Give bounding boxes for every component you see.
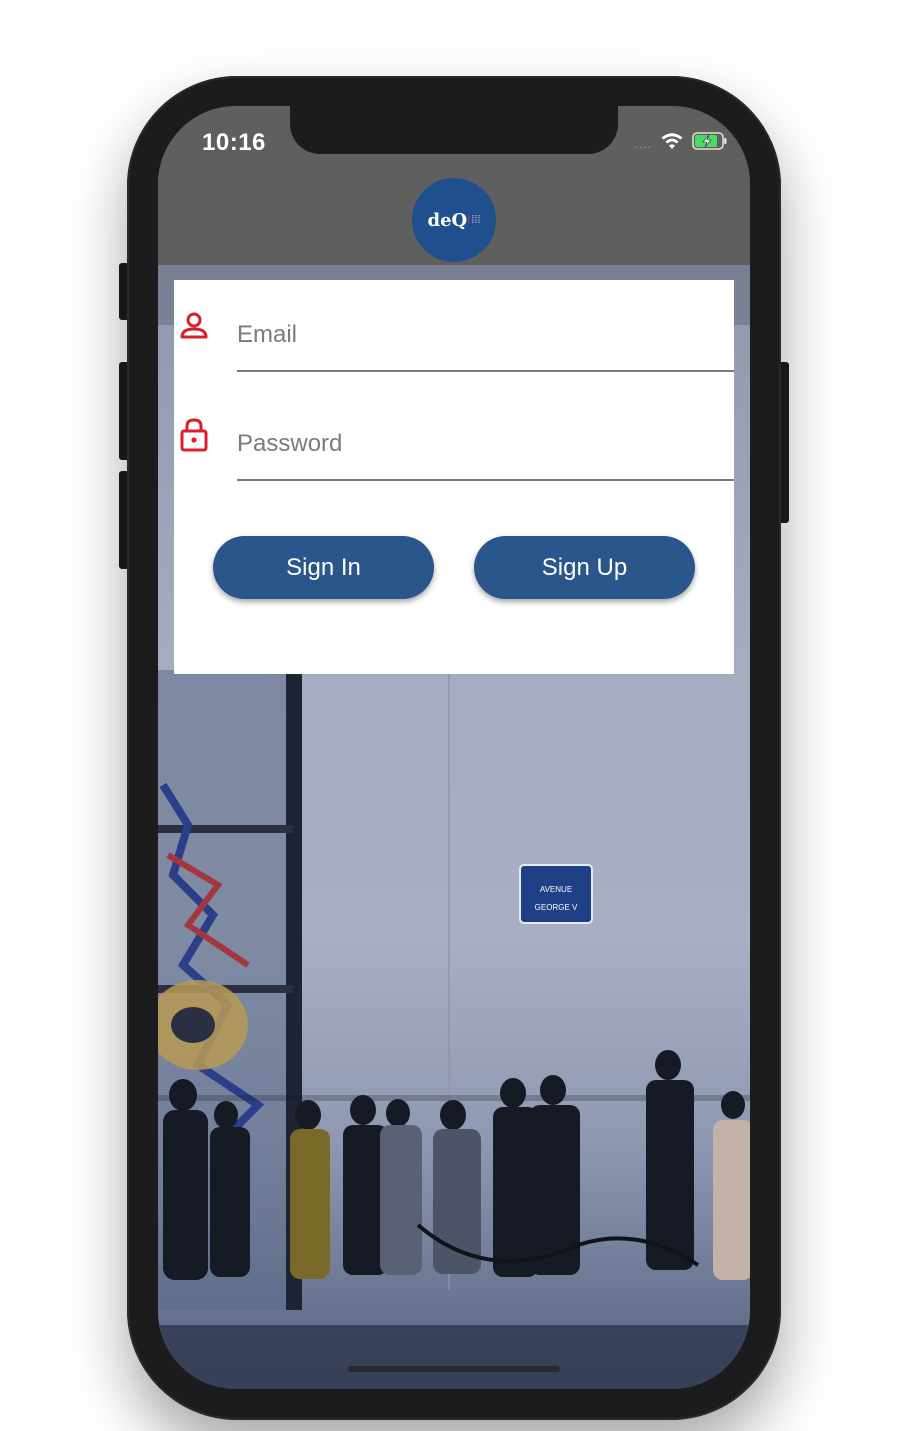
device-notch [290,106,618,154]
email-field[interactable] [237,280,734,372]
login-card: Sign In Sign Up [174,280,734,674]
lock-icon [177,417,209,452]
wifi-icon [660,132,684,155]
sign-up-button[interactable]: Sign Up [474,536,695,599]
logo-text: deQ [427,209,468,231]
app-screen: AVENUE GEORGE V 10:16 .... deQ ! ⁞⁞⁞ Ema… [158,106,750,1389]
password-row [174,389,734,481]
sign-in-button[interactable]: Sign In [213,536,434,599]
home-indicator[interactable] [348,1366,560,1372]
logo-dots: ⁞⁞⁞ [471,214,481,226]
signal-dots: .... [634,136,652,151]
status-time: 10:16 [202,129,266,156]
email-row [174,280,734,372]
street-sign-line2: GEORGE V [535,903,578,912]
user-icon [177,310,209,342]
password-field[interactable] [237,389,734,481]
logo-accent: ! [467,214,471,226]
battery-charging-icon [692,132,728,155]
status-icons: .... [635,132,728,155]
street-sign-line1: AVENUE [540,885,572,894]
app-logo: deQ ! ⁞⁞⁞ [412,178,496,262]
